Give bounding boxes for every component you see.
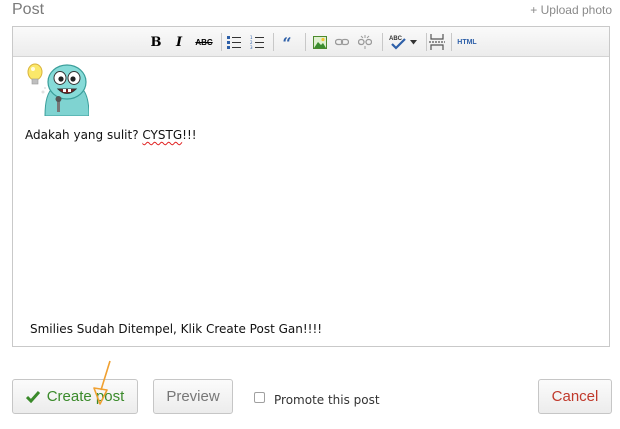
post-body-text[interactable]: Adakah yang sulit? CYSTG!!!: [25, 128, 197, 142]
toolbar-separator: [451, 33, 452, 51]
post-body-note[interactable]: Smilies Sudah Ditempel, Klik Create Post…: [30, 322, 322, 336]
preview-label: Preview: [166, 388, 220, 405]
numbered-list-button[interactable]: 1 2 3: [249, 33, 265, 51]
post-body-text-start: Adakah yang sulit?: [25, 128, 143, 142]
preview-button[interactable]: Preview: [153, 379, 233, 414]
toolbar-separator: [305, 33, 306, 51]
post-editor-page: Post + Upload photo B I ABC 1 2 3 “ ABC …: [0, 0, 620, 429]
promote-option[interactable]: Promote this post: [254, 391, 380, 407]
page-break-icon: [429, 34, 445, 50]
cancel-label: Cancel: [551, 388, 599, 405]
spellcheck-icon: ABC: [389, 36, 406, 50]
bullet-list-button[interactable]: [226, 33, 242, 51]
insert-image-button[interactable]: [312, 33, 328, 51]
dropdown-arrow-icon: [410, 39, 417, 44]
pointer-arrow-icon: [93, 360, 111, 405]
italic-button[interactable]: I: [172, 33, 186, 51]
blockquote-button[interactable]: “: [279, 33, 295, 53]
bold-button[interactable]: B: [149, 33, 163, 51]
cancel-button[interactable]: Cancel: [538, 379, 612, 414]
promote-label: Promote this post: [274, 393, 380, 407]
toolbar-separator: [426, 33, 427, 51]
page-break-button[interactable]: [428, 33, 446, 51]
bullet-list-icon: [227, 36, 241, 49]
monster-smiley-icon: [27, 63, 89, 116]
checkmark-icon: [25, 390, 40, 403]
link-button[interactable]: [334, 33, 350, 51]
unlink-icon: [358, 35, 372, 49]
misspelled-word: CYSTG: [142, 128, 183, 142]
strikethrough-icon: ABC: [195, 37, 213, 47]
post-title: Post: [12, 1, 45, 18]
blockquote-icon: “: [282, 34, 292, 53]
svg-text:ABC: ABC: [389, 36, 403, 42]
insert-image-icon: [313, 35, 327, 49]
toolbar-separator: [273, 33, 274, 51]
editor-toolbar: B I ABC 1 2 3 “ ABC HTML: [13, 27, 609, 57]
svg-text:3: 3: [250, 45, 253, 49]
spellcheck-button[interactable]: ABC: [388, 33, 418, 51]
post-body-text-end: !!!: [182, 128, 197, 142]
bold-icon: B: [150, 34, 162, 50]
upload-photo-link[interactable]: + Upload photo: [530, 3, 612, 17]
html-button[interactable]: HTML: [455, 33, 479, 51]
numbered-list-icon: 1 2 3: [250, 35, 264, 49]
toolbar-separator: [382, 33, 383, 51]
post-editor: B I ABC 1 2 3 “ ABC HTML Adakah yang sul…: [12, 26, 610, 347]
italic-icon: I: [175, 34, 183, 50]
create-post-button[interactable]: Create post: [12, 379, 138, 414]
link-icon: [335, 38, 349, 46]
unlink-button[interactable]: [357, 33, 373, 51]
strikethrough-button[interactable]: ABC: [194, 33, 214, 51]
promote-checkbox[interactable]: [254, 391, 265, 403]
html-icon: HTML: [457, 38, 477, 46]
toolbar-separator: [221, 33, 222, 51]
